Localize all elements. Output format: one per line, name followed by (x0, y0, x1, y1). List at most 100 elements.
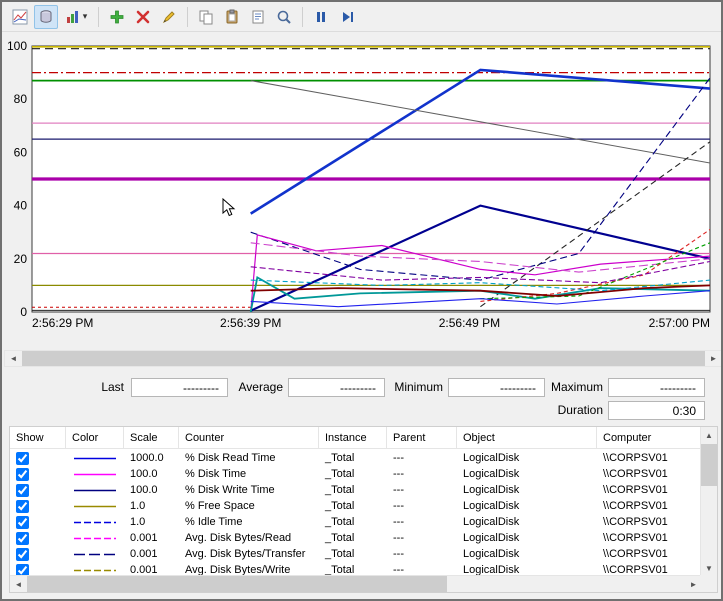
column-header-show[interactable]: Show (10, 427, 66, 448)
show-checkbox[interactable] (16, 532, 29, 545)
color-cell (66, 514, 124, 530)
counter-cell: % Disk Time (179, 466, 319, 482)
legend-vscrollbar-track[interactable] (701, 444, 717, 560)
show-checkbox[interactable] (16, 548, 29, 561)
show-checkbox[interactable] (16, 500, 29, 513)
table-row[interactable]: 0.001Avg. Disk Bytes/Transfer_Total---Lo… (10, 546, 702, 562)
color-line-sample (72, 501, 118, 512)
table-row[interactable]: 1000.0% Disk Read Time_Total---LogicalDi… (10, 450, 702, 466)
scale-cell: 100.0 (124, 466, 179, 482)
minimum-label: Minimum (363, 378, 443, 397)
show-cell (10, 450, 66, 466)
counter-cell: % Idle Time (179, 514, 319, 530)
column-header-parent[interactable]: Parent (387, 427, 457, 448)
duration-label: Duration (528, 401, 603, 420)
y-axis-tick-label: 20 (14, 252, 28, 266)
column-header-color[interactable]: Color (66, 427, 124, 448)
color-line-sample (72, 517, 118, 528)
copy-properties-button[interactable] (194, 5, 218, 29)
scroll-left-button[interactable]: ◄ (10, 576, 27, 592)
instance-cell: _Total (319, 530, 387, 546)
legend-horizontal-scrollbar[interactable]: ◄ ► (10, 575, 702, 592)
highlight-button[interactable] (157, 5, 181, 29)
zoom-button[interactable] (272, 5, 296, 29)
object-cell: LogicalDisk (457, 482, 597, 498)
show-cell (10, 498, 66, 514)
table-row[interactable]: 0.001Avg. Disk Bytes/Read_Total---Logica… (10, 530, 702, 546)
computer-cell: \\CORPSV01 (597, 450, 702, 466)
toolbar-separator (187, 7, 188, 27)
red-x-icon (135, 9, 151, 25)
scroll-left-button[interactable]: ◄ (5, 351, 22, 366)
properties-document-icon (250, 9, 266, 25)
scroll-up-button[interactable]: ▲ (701, 427, 717, 444)
object-cell: LogicalDisk (457, 450, 597, 466)
table-row[interactable]: 100.0% Disk Time_Total---LogicalDisk\\CO… (10, 466, 702, 482)
properties-button[interactable] (246, 5, 270, 29)
update-data-button[interactable] (335, 5, 359, 29)
computer-cell: \\CORPSV01 (597, 466, 702, 482)
column-header-instance[interactable]: Instance (319, 427, 387, 448)
toolbar-separator (98, 7, 99, 27)
show-checkbox[interactable] (16, 468, 29, 481)
computer-cell: \\CORPSV01 (597, 530, 702, 546)
counter-legend-table: ShowColorScaleCounterInstanceParentObjec… (9, 426, 718, 593)
column-header-counter[interactable]: Counter (179, 427, 319, 448)
table-row[interactable]: 1.0% Idle Time_Total---LogicalDisk\\CORP… (10, 514, 702, 530)
counter-cell: Avg. Disk Bytes/Read (179, 530, 319, 546)
scroll-right-button[interactable]: ► (705, 351, 722, 366)
parent-cell: --- (387, 498, 457, 514)
performance-monitor-window: ▾ 10080604020 (0, 0, 723, 601)
table-row[interactable]: 1.0% Free Space_Total---LogicalDisk\\COR… (10, 498, 702, 514)
toolbar-separator (302, 7, 303, 27)
change-graph-type-button[interactable]: ▾ (60, 5, 92, 29)
magnifier-icon (276, 9, 292, 25)
color-cell (66, 482, 124, 498)
color-line-sample (72, 453, 118, 464)
color-line-sample (72, 469, 118, 480)
y-axis-tick-label: 40 (14, 199, 28, 213)
y-axis-tick-label: 0 (20, 305, 27, 319)
view-current-activity-button[interactable] (8, 5, 32, 29)
scale-cell: 0.001 (124, 530, 179, 546)
column-header-computer[interactable]: Computer (597, 427, 702, 448)
pencil-icon (161, 9, 177, 25)
chart-horizontal-scrollbar[interactable]: ◄ ► (4, 350, 723, 367)
show-checkbox[interactable] (16, 452, 29, 465)
maximum-value-field: --------- (608, 378, 705, 397)
chart-scrollbar-thumb[interactable] (22, 351, 705, 366)
average-label: Average (203, 378, 283, 397)
color-cell (66, 466, 124, 482)
table-row[interactable]: 100.0% Disk Write Time_Total---LogicalDi… (10, 482, 702, 498)
computer-cell: \\CORPSV01 (597, 514, 702, 530)
freeze-display-button[interactable] (309, 5, 333, 29)
color-line-sample (72, 565, 118, 576)
scale-cell: 0.001 (124, 546, 179, 562)
instance-cell: _Total (319, 450, 387, 466)
chart-scrollbar-track[interactable] (22, 351, 705, 366)
view-log-data-button[interactable] (34, 5, 58, 29)
scale-cell: 100.0 (124, 482, 179, 498)
delete-counter-button[interactable] (131, 5, 155, 29)
legend-hscrollbar-track[interactable] (27, 576, 685, 592)
add-counter-button[interactable] (105, 5, 129, 29)
show-checkbox[interactable] (16, 516, 29, 529)
computer-cell: \\CORPSV01 (597, 482, 702, 498)
object-cell: LogicalDisk (457, 530, 597, 546)
column-header-object[interactable]: Object (457, 427, 597, 448)
duration-value: 0:30 (673, 404, 696, 418)
paste-counter-list-button[interactable] (220, 5, 244, 29)
object-cell: LogicalDisk (457, 466, 597, 482)
maximum-value: --------- (660, 381, 696, 395)
legend-hscrollbar-thumb[interactable] (27, 576, 447, 592)
show-checkbox[interactable] (16, 484, 29, 497)
toolbar: ▾ (2, 2, 721, 32)
y-axis-tick-label: 60 (14, 145, 28, 159)
performance-chart: 1008060402002:56:29 PM2:56:39 PM2:56:49 … (2, 33, 723, 333)
clipboard-icon (224, 9, 240, 25)
show-cell (10, 466, 66, 482)
legend-vscrollbar-thumb[interactable] (701, 444, 717, 486)
legend-vertical-scrollbar[interactable]: ▲ ▼ (700, 427, 717, 577)
column-header-scale[interactable]: Scale (124, 427, 179, 448)
parent-cell: --- (387, 514, 457, 530)
